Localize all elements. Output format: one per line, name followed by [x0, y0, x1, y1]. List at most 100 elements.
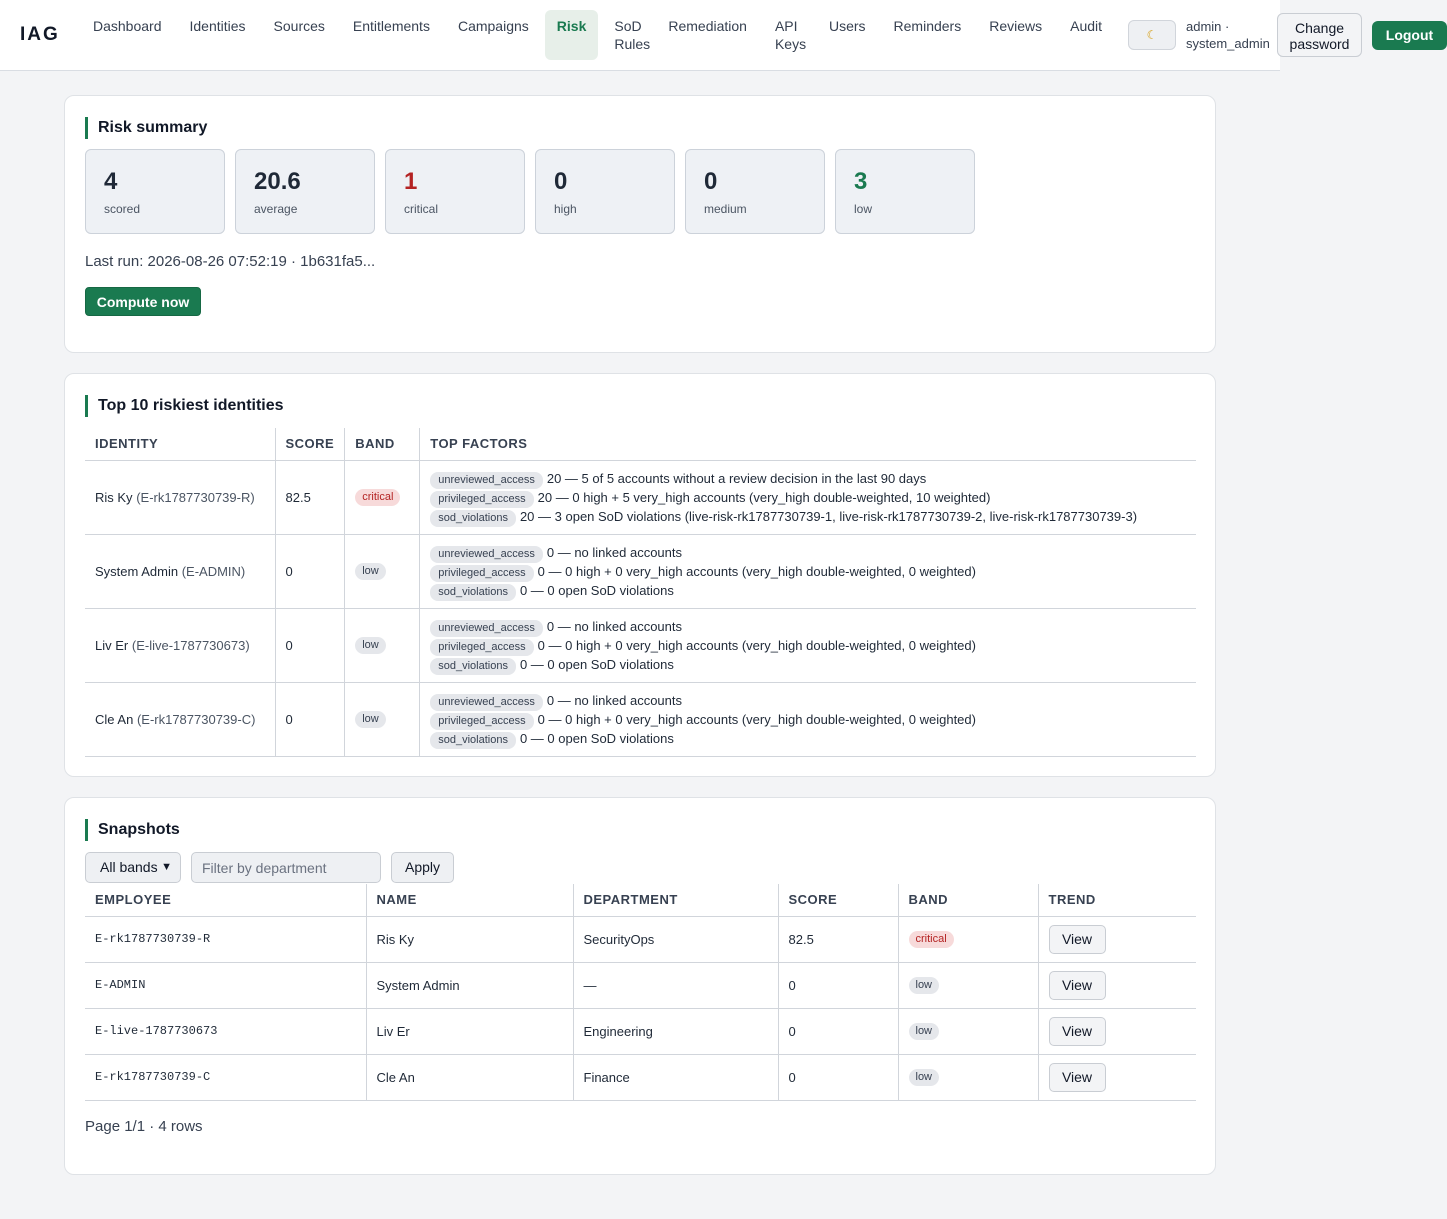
factor-tag: sod_violations [430, 583, 516, 601]
score-cell: 82.5 [778, 916, 899, 963]
view-trend-button[interactable]: View [1048, 1062, 1106, 1092]
band-badge: low [908, 1023, 940, 1040]
moon-icon: ☾ [1146, 28, 1158, 42]
col-top-factors: TOP FACTORS [419, 428, 1196, 461]
factor-tag: privileged_access [430, 712, 534, 730]
nav-users[interactable]: Users [817, 10, 878, 42]
factor-line: privileged_access 0 — 0 high + 0 very_hig… [430, 562, 1186, 582]
employee-cell: E-rk1787730739-C [85, 1054, 367, 1101]
nav-identities[interactable]: Identities [178, 10, 258, 42]
table-header-row: IDENTITY SCORE BAND TOP FACTORS [85, 428, 1196, 461]
nav-entitlements[interactable]: Entitlements [341, 10, 442, 42]
identity-name[interactable]: System Admin [95, 564, 178, 579]
chevron-down-icon: ▼ [161, 861, 172, 873]
band-cell: critical [344, 460, 421, 535]
stat-label: medium [704, 202, 747, 216]
band-cell: low [898, 1054, 1039, 1101]
change-password-button[interactable]: Change password [1277, 13, 1362, 57]
nav-reviews[interactable]: Reviews [977, 10, 1054, 42]
view-trend-button[interactable]: View [1048, 1016, 1106, 1046]
compute-now-button[interactable]: Compute now [85, 287, 201, 316]
factor-text: 0 — 0 high + 0 very_high accounts (very_… [537, 637, 976, 653]
stat-value: 0 [554, 168, 568, 195]
top-riskiest-card: Top 10 riskiest identities IDENTITY SCOR… [64, 373, 1216, 777]
identity-name[interactable]: Cle An [95, 712, 133, 727]
name-cell: System Admin [366, 962, 574, 1009]
nav-api-keys[interactable]: API Keys [763, 10, 813, 60]
trend-cell: View [1038, 1008, 1196, 1055]
factor-tag: privileged_access [430, 490, 534, 508]
table-row: E-live-1787730673 Liv Er Engineering 0 l… [85, 1008, 1196, 1055]
score-cell: 82.5 [275, 460, 346, 535]
factor-tag: unreviewed_access [430, 471, 543, 489]
department-cell: SecurityOps [573, 916, 779, 963]
name-cell: Ris Ky [366, 916, 574, 963]
band-filter-select[interactable]: All bands ▼ [85, 852, 181, 883]
apply-button[interactable]: Apply [391, 852, 454, 883]
nav-risk[interactable]: Risk [544, 10, 599, 60]
identity-cell: Cle An (E-rk1787730739-C) [85, 682, 276, 757]
last-run-text: Last run: 2026-08-26 07:52:19 · 1b631fa5… [85, 253, 376, 270]
factor-text: 0 — 0 open SoD violations [519, 582, 674, 598]
nav-campaigns[interactable]: Campaigns [446, 10, 541, 42]
factor-line: unreviewed_access 20 — 5 of 5 accounts wi… [430, 469, 1186, 489]
col-name: NAME [366, 884, 574, 917]
factors-cell: unreviewed_access 20 — 5 of 5 accounts wi… [419, 460, 1196, 535]
band-badge: critical [908, 931, 954, 948]
nav-sources[interactable]: Sources [262, 10, 337, 42]
band-cell: low [898, 1008, 1039, 1055]
factors-cell: unreviewed_access 0 — no linked accounts … [419, 608, 1196, 683]
stat-value: 1 [404, 168, 418, 195]
factor-text: 0 — 0 open SoD violations [519, 730, 674, 746]
table-row: E-rk1787730739-R Ris Ky SecurityOps 82.5… [85, 916, 1196, 963]
col-band: BAND [898, 884, 1039, 917]
risk-summary-title: Risk summary [85, 117, 207, 139]
col-identity: IDENTITY [85, 428, 276, 461]
theme-toggle-button[interactable]: ☾ [1128, 20, 1176, 50]
stat-value: 20.6 [254, 168, 301, 195]
nav-remediation[interactable]: Remediation [656, 10, 759, 42]
stat-value: 0 [704, 168, 718, 195]
pagination-info: Page 1/1 · 4 rows [85, 1118, 203, 1135]
col-department: DEPARTMENT [573, 884, 779, 917]
department-filter-input[interactable] [191, 852, 381, 883]
factor-line: privileged_access 0 — 0 high + 0 very_hig… [430, 636, 1186, 656]
name-cell: Cle An [366, 1054, 574, 1101]
stat-label: high [554, 202, 577, 216]
logout-button[interactable]: Logout [1372, 21, 1447, 50]
nav-reminders[interactable]: Reminders [882, 10, 974, 42]
identity-name[interactable]: Liv Er [95, 638, 128, 653]
factor-line: sod_violations 0 — 0 open SoD violations [430, 729, 1186, 749]
factor-line: unreviewed_access 0 — no linked accounts [430, 691, 1186, 711]
band-badge: critical [355, 489, 401, 506]
snapshots-title: Snapshots [85, 819, 180, 841]
identity-id: (E-live-1787730673) [131, 637, 250, 653]
factor-line: sod_violations 0 — 0 open SoD violations [430, 581, 1186, 601]
stat-critical: 1 critical [385, 149, 525, 234]
department-cell: Engineering [573, 1008, 779, 1055]
top-navbar: IAG Dashboard Identities Sources Entitle… [0, 0, 1280, 71]
table-header-row: EMPLOYEE NAME DEPARTMENT SCORE BAND TREN… [85, 884, 1196, 917]
band-badge: low [908, 1069, 940, 1086]
band-cell: low [344, 682, 421, 757]
identity-name[interactable]: Ris Ky [95, 490, 133, 505]
nav-dashboard[interactable]: Dashboard [81, 10, 174, 42]
band-badge: low [355, 563, 386, 580]
identity-id: (E-rk1787730739-R) [136, 489, 255, 505]
identity-cell: System Admin (E-ADMIN) [85, 534, 276, 609]
view-trend-button[interactable]: View [1048, 970, 1106, 1000]
factor-text: 20 — 5 of 5 accounts without a review de… [546, 470, 927, 486]
view-trend-button[interactable]: View [1048, 924, 1106, 954]
nav-sod-rules[interactable]: SoD Rules [602, 10, 652, 60]
stat-medium: 0 medium [685, 149, 825, 234]
stat-label: average [254, 202, 298, 216]
table-row: Liv Er (E-live-1787730673) 0 low unrevie… [85, 608, 1196, 683]
table-row: Ris Ky (E-rk1787730739-R) 82.5 critical … [85, 460, 1196, 535]
department-cell: — [573, 962, 779, 1009]
brand-logo[interactable]: IAG [20, 24, 60, 46]
department-cell: Finance [573, 1054, 779, 1101]
col-score: SCORE [778, 884, 899, 917]
nav-audit[interactable]: Audit [1058, 10, 1114, 42]
factor-text: 20 — 0 high + 5 very_high accounts (very… [537, 489, 991, 505]
band-cell: low [344, 608, 421, 683]
